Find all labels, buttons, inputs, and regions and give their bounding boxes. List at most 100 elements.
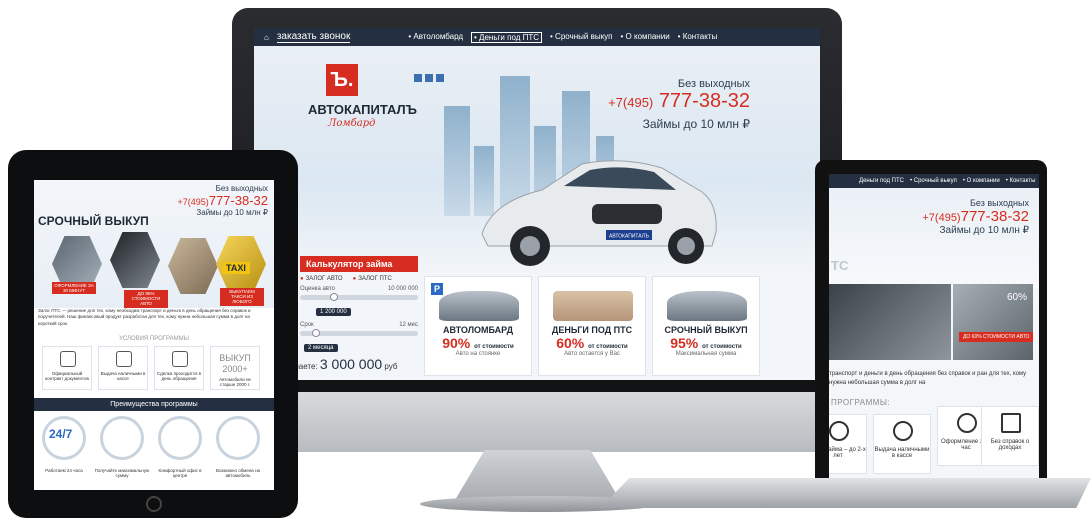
year-subtitle: Автомобили не старше 2000 г. bbox=[219, 376, 251, 387]
taxi-sign: TAXI bbox=[222, 262, 250, 274]
card-pts-money[interactable]: ДЕНЬГИ ПОД ПТС 60% от стоимости Авто ост… bbox=[538, 276, 646, 376]
card-percent: 60% от стоимости bbox=[556, 335, 628, 351]
working-hours-label: Без выходных bbox=[970, 198, 1029, 208]
laptop-phone-block: Без выходных +7(495)777-38-32 Займы до 1… bbox=[922, 198, 1029, 236]
home-icon[interactable]: ⌂ bbox=[264, 33, 269, 42]
tag-taxi: ВЫКУПАЕМ ТАКСИ ИЗ ЛЮБОГО bbox=[220, 288, 264, 306]
desktop-hero: Ъ. АВТОКАПИТАЛЪ Ломбард Без выходных +7(… bbox=[254, 46, 820, 276]
car-thumb bbox=[439, 291, 519, 321]
car-value-readout: 1 200 000 bbox=[316, 308, 351, 316]
tablet-description: Залог ПТС — решение для тех, кому необхо… bbox=[38, 308, 251, 326]
circle-icon-money bbox=[100, 416, 144, 460]
tablet-page-title: СРОЧНЫЙ ВЫКУП bbox=[38, 214, 149, 228]
laptop-nav-item[interactable]: • О компании bbox=[963, 178, 1000, 184]
vk-icon[interactable] bbox=[414, 74, 422, 82]
calculator-title: Калькулятор займа bbox=[300, 256, 418, 272]
laptop-badge: ДО 60% СТОИМОСТИ АВТО bbox=[959, 332, 1034, 342]
advantages-title: Преимущества программы bbox=[34, 398, 274, 411]
hand-cash-icon bbox=[893, 421, 913, 441]
card-pawnshop[interactable]: P АВТОЛОМБАРД 90% от стоимости Авто на с… bbox=[424, 276, 532, 376]
document-icon bbox=[60, 351, 76, 367]
monitor-stand bbox=[455, 450, 620, 500]
laptop-nav-item[interactable]: Деньги под ПТС bbox=[859, 178, 904, 184]
desktop-screen: ⌂ заказать звонок • Автоломбард • Деньги… bbox=[254, 28, 820, 380]
card-title: ДЕНЬГИ ПОД ПТС bbox=[551, 325, 633, 335]
no-documents-icon bbox=[1001, 413, 1021, 433]
nav-item-pawnshop[interactable]: • Автоломбард bbox=[408, 32, 463, 43]
banknotes-image bbox=[553, 291, 633, 321]
parking-icon: P bbox=[431, 283, 443, 295]
radio-car-pledge[interactable]: ЗАЛОГ АВТО bbox=[300, 276, 343, 282]
nav-item-pts-money[interactable]: • Деньги под ПТС bbox=[471, 31, 543, 43]
term-readout: 2 месяца bbox=[304, 344, 338, 352]
phone-number[interactable]: +7(495) 777-38-32 bbox=[608, 90, 750, 113]
result-amount: 3 000 000 bbox=[319, 356, 383, 372]
card-subtitle: Авто на стоянке bbox=[455, 351, 501, 357]
laptop-base bbox=[600, 478, 1091, 508]
condition-box: Сделка проходится в день обращения bbox=[154, 346, 204, 390]
timer-icon bbox=[957, 413, 977, 433]
card-percent: 95% от стоимости bbox=[670, 335, 742, 351]
card-subtitle: Максимальная сумма bbox=[675, 351, 737, 357]
tablet-phone-block: Без выходных +7(495)777-38-32 Займы до 1… bbox=[177, 184, 268, 217]
tablet: Без выходных +7(495)777-38-32 Займы до 1… bbox=[8, 150, 298, 518]
card-title: СРОЧНЫЙ ВЫКУП bbox=[664, 325, 748, 335]
working-hours-label: Без выходных bbox=[215, 184, 268, 193]
phone-number[interactable]: +7(495)777-38-32 bbox=[922, 208, 1029, 225]
loan-limit-text: Займы до 10 млн ₽ bbox=[939, 225, 1029, 236]
condition-box-year: ВЫКУП 2000+ Автомобили не старше 2000 г. bbox=[210, 346, 260, 390]
laptop-nav-item[interactable]: • Срочный выкуп bbox=[910, 178, 957, 184]
loan-limit-text: Займы до 10 млн ₽ bbox=[642, 117, 750, 131]
advantage-caption: Возможно обмена на автомобиль bbox=[215, 468, 261, 479]
label-24-7: 24/7 bbox=[49, 427, 73, 441]
tag-percent: ДО 95% СТОИМОСТИ АВТО bbox=[124, 290, 168, 308]
term-slider[interactable] bbox=[300, 329, 418, 337]
circle-icon-office bbox=[158, 416, 202, 460]
desktop-topbar: ⌂ заказать звонок • Автоломбард • Деньги… bbox=[254, 28, 820, 46]
social-links bbox=[414, 74, 444, 82]
nav-item-about[interactable]: • О компании bbox=[621, 32, 670, 43]
loan-limit-text: Займы до 10 млн ₽ bbox=[196, 208, 268, 217]
badge-percent: 60% bbox=[1006, 292, 1027, 303]
laptop-nav-item[interactable]: • Контакты bbox=[1006, 178, 1036, 184]
year-title: ВЫКУП 2000+ bbox=[219, 353, 251, 374]
card-percent: 90% от стоимости bbox=[442, 335, 514, 351]
nav-item-buyout[interactable]: • Срочный выкуп bbox=[550, 32, 612, 43]
clock-icon bbox=[829, 421, 849, 441]
conditions-title: УСЛОВИЯ ПРОГРАММЫ bbox=[119, 336, 189, 342]
car-value-slider[interactable] bbox=[300, 293, 418, 301]
car-thumb bbox=[667, 291, 747, 321]
card-subtitle: Авто остается у Вас bbox=[564, 351, 620, 357]
circle-24-7: 24/7 bbox=[42, 416, 86, 460]
advantage-caption: Работаем 24 часа bbox=[45, 468, 83, 473]
call-request-link[interactable]: заказать звонок bbox=[276, 31, 351, 43]
laptop: Деньги под ПТС • Срочный выкуп • О компа… bbox=[815, 160, 1047, 480]
condition-box: Выдача наличными в кассе bbox=[98, 346, 148, 390]
advantage-caption: Комфортный офис в центре bbox=[158, 468, 202, 479]
card-title: АВТОЛОМБАРД bbox=[443, 325, 513, 335]
facebook-icon[interactable] bbox=[425, 74, 433, 82]
phone-number[interactable]: +7(495)777-38-32 bbox=[177, 193, 268, 208]
desktop-monitor: ⌂ заказать звонок • Автоломбард • Деньги… bbox=[232, 8, 842, 400]
laptop-feature-box: Выдача наличными в кассе bbox=[873, 414, 931, 474]
tablet-home-button[interactable] bbox=[146, 496, 162, 512]
desktop-nav: • Автоломбард • Деньги под ПТС • Срочный… bbox=[408, 31, 718, 43]
service-cards: P АВТОЛОМБАРД 90% от стоимости Авто на с… bbox=[424, 276, 760, 376]
car-image: АВТОКАПИТАЛЪ bbox=[481, 160, 717, 266]
card-buyout[interactable]: СРОЧНЫЙ ВЫКУП 95% от стоимости Максималь… bbox=[652, 276, 760, 376]
nav-item-contacts[interactable]: • Контакты bbox=[678, 32, 718, 43]
monitor-chin bbox=[232, 392, 842, 452]
calculator-type-radios: ЗАЛОГ АВТО ЗАЛОГ ПТС bbox=[300, 276, 418, 282]
cash-hand-icon bbox=[116, 351, 132, 367]
laptop-description: транспорт и деньги в день обращения без … bbox=[829, 371, 1027, 386]
circle-icon-exchange bbox=[216, 416, 260, 460]
tablet-screen: Без выходных +7(495)777-38-32 Займы до 1… bbox=[34, 180, 274, 490]
laptop-feature-box: Срок займа – до 2-х лет bbox=[829, 414, 867, 474]
car-plate-text: АВТОКАПИТАЛЪ bbox=[609, 234, 649, 240]
driver-photo bbox=[829, 284, 951, 360]
radio-pts-pledge[interactable]: ЗАЛОГ ПТС bbox=[353, 276, 392, 282]
logo-mark[interactable]: Ъ. bbox=[326, 64, 358, 96]
advantage-caption: Получайте максимальную сумму bbox=[94, 468, 150, 479]
twitter-icon[interactable] bbox=[436, 74, 444, 82]
laptop-heading-fragment: ТС bbox=[831, 258, 849, 273]
